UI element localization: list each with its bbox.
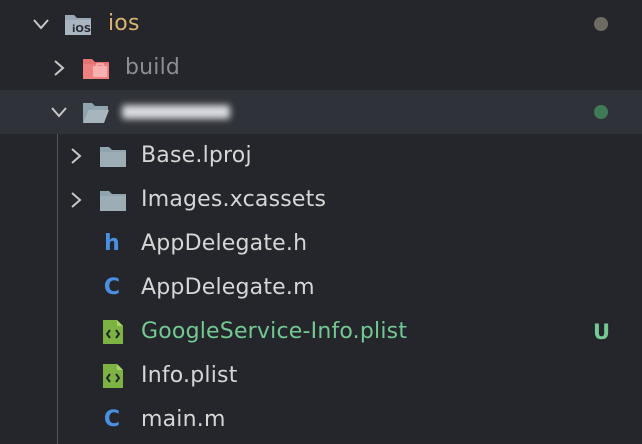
tree-item-ios[interactable]: iOS ios [0, 2, 642, 46]
status-dot [594, 105, 608, 119]
ios-folder-icon: iOS [64, 11, 92, 37]
chevron-right-icon[interactable] [48, 57, 70, 79]
chevron-right-icon[interactable] [65, 145, 87, 167]
tree-item-label: Images.xcassets [141, 187, 327, 212]
folder-icon [99, 143, 127, 169]
tree-item-label: GoogleService-Info.plist [141, 319, 408, 344]
tree-item-appdelegate-h[interactable]: h AppDelegate.h [0, 222, 642, 266]
c-file-icon: C [103, 407, 121, 432]
tree-item-appdelegate-m[interactable]: C AppDelegate.m [0, 266, 642, 310]
plist-file-icon [99, 363, 125, 389]
tree-item-main-m[interactable]: C main.m [0, 398, 642, 442]
chevron-down-icon[interactable] [30, 13, 52, 35]
tree-item-label-redacted [122, 90, 230, 134]
tree-item-label: ios [108, 11, 140, 36]
tree-item-label: build [125, 55, 181, 80]
tree-item-info-plist[interactable]: Info.plist [0, 354, 642, 398]
folder-icon [99, 187, 127, 213]
tree-item-label: Info.plist [141, 363, 238, 388]
modified-dot [594, 17, 608, 31]
tree-item-build[interactable]: build [0, 46, 642, 90]
untracked-status-badge: U [592, 320, 610, 344]
tree-item-label: Base.lproj [141, 143, 252, 168]
plist-file-icon [99, 319, 125, 345]
tree-item-label: AppDelegate.h [141, 231, 308, 256]
h-file-icon: h [104, 231, 120, 256]
open-folder-icon [82, 99, 110, 125]
tree-item-label: main.m [141, 407, 226, 432]
build-folder-icon [82, 55, 110, 81]
c-file-icon: C [103, 275, 121, 300]
tree-item-app-folder[interactable] [0, 90, 642, 134]
svg-text:iOS: iOS [72, 24, 91, 35]
chevron-right-icon[interactable] [65, 189, 87, 211]
tree-item-label: AppDelegate.m [141, 275, 315, 300]
tree-item-images-xcassets[interactable]: Images.xcassets [0, 178, 642, 222]
chevron-down-icon[interactable] [48, 101, 70, 123]
tree-item-base-lproj[interactable]: Base.lproj [0, 134, 642, 178]
tree-item-googleservice-plist[interactable]: GoogleService-Info.plist U [0, 310, 642, 354]
